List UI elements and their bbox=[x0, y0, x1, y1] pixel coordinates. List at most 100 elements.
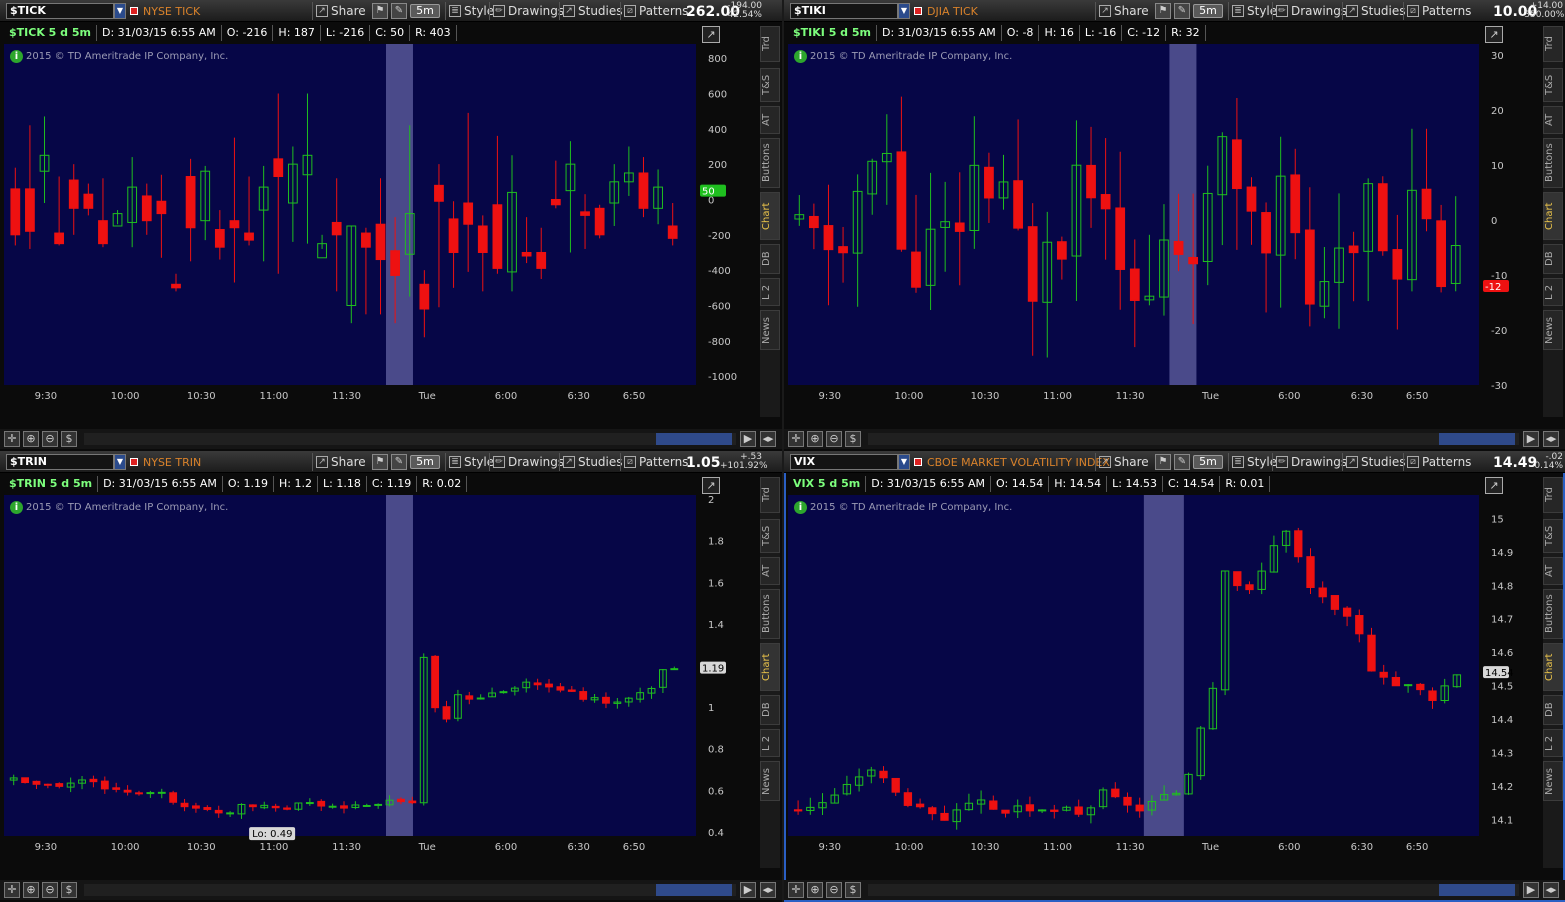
timeframe-button[interactable]: 5m bbox=[1193, 455, 1223, 469]
zoom-in-icon[interactable]: ⊕ bbox=[807, 431, 823, 447]
share-button[interactable]: ↗ Share bbox=[1095, 2, 1152, 20]
side-tab-ts[interactable]: T&S bbox=[760, 519, 780, 553]
crosshair-icon[interactable]: ✛ bbox=[788, 882, 804, 898]
info-icon[interactable]: i bbox=[10, 501, 23, 514]
pin-icon[interactable]: ⚑ bbox=[1155, 454, 1171, 470]
drawings-button[interactable]: ✏ Drawings bbox=[489, 453, 567, 471]
share-button[interactable]: ↗ Share bbox=[1095, 453, 1152, 471]
drawing-tool-icon[interactable]: ↗ bbox=[1485, 477, 1503, 494]
symbol-dropdown-icon[interactable]: ▼ bbox=[114, 454, 126, 470]
expand-icon[interactable]: ◀▶ bbox=[1543, 431, 1559, 447]
side-tab-chart[interactable]: Chart bbox=[760, 192, 780, 240]
info-icon[interactable]: i bbox=[10, 50, 23, 63]
side-tab-chart[interactable]: Chart bbox=[760, 643, 780, 691]
side-tab-at[interactable]: AT bbox=[760, 106, 780, 134]
scroll-right-icon[interactable]: ▶ bbox=[1523, 431, 1539, 447]
studies-button[interactable]: ↗ Studies bbox=[559, 2, 626, 20]
time-scrollbar[interactable] bbox=[84, 433, 736, 445]
drawing-tool-icon[interactable]: ↗ bbox=[1485, 26, 1503, 43]
side-tab-buttons[interactable]: Buttons bbox=[760, 589, 780, 639]
side-tab-news[interactable]: News bbox=[760, 761, 780, 801]
pin-icon[interactable]: ⚑ bbox=[372, 3, 388, 19]
wrench-icon[interactable]: ✎ bbox=[1174, 3, 1190, 19]
symbol-input[interactable]: VIX bbox=[790, 454, 898, 470]
side-tab-ts[interactable]: T&S bbox=[760, 68, 780, 102]
dollar-icon[interactable]: $ bbox=[61, 882, 77, 898]
side-tab-ts[interactable]: T&S bbox=[1543, 68, 1563, 102]
side-tab-chart[interactable]: Chart bbox=[1543, 192, 1563, 240]
share-button[interactable]: ↗ Share bbox=[312, 2, 369, 20]
symbol-input[interactable]: $TIKI bbox=[790, 3, 898, 19]
side-tab-db[interactable]: DB bbox=[760, 695, 780, 725]
symbol-input[interactable]: $TICK bbox=[6, 3, 114, 19]
side-tab-trd[interactable]: Trd bbox=[1543, 477, 1563, 513]
side-tab-news[interactable]: News bbox=[760, 310, 780, 350]
zoom-out-icon[interactable]: ⊖ bbox=[826, 882, 842, 898]
zoom-in-icon[interactable]: ⊕ bbox=[23, 431, 39, 447]
zoom-out-icon[interactable]: ⊖ bbox=[42, 431, 58, 447]
patterns-button[interactable]: ⧄ Patterns bbox=[620, 453, 691, 471]
timeframe-button[interactable]: 5m bbox=[1193, 4, 1223, 18]
side-tab-trd[interactable]: Trd bbox=[1543, 26, 1563, 62]
side-tab-at[interactable]: AT bbox=[1543, 106, 1563, 134]
side-tab-db[interactable]: DB bbox=[1543, 244, 1563, 274]
scrollbar-thumb[interactable] bbox=[656, 433, 732, 445]
timeframe-button[interactable]: 5m bbox=[410, 4, 440, 18]
side-tab-at[interactable]: AT bbox=[1543, 557, 1563, 585]
flag-icon[interactable] bbox=[914, 7, 922, 15]
wrench-icon[interactable]: ✎ bbox=[391, 454, 407, 470]
symbol-dropdown-icon[interactable]: ▼ bbox=[898, 3, 910, 19]
side-tab-trd[interactable]: Trd bbox=[760, 477, 780, 513]
drawings-button[interactable]: ✏ Drawings bbox=[1272, 2, 1350, 20]
info-icon[interactable]: i bbox=[794, 501, 807, 514]
side-tab-l2[interactable]: L 2 bbox=[1543, 278, 1563, 306]
scrollbar-thumb[interactable] bbox=[1439, 884, 1515, 896]
scroll-right-icon[interactable]: ▶ bbox=[740, 882, 756, 898]
side-tab-l2[interactable]: L 2 bbox=[760, 278, 780, 306]
pin-icon[interactable]: ⚑ bbox=[372, 454, 388, 470]
studies-button[interactable]: ↗ Studies bbox=[1342, 453, 1409, 471]
flag-icon[interactable] bbox=[914, 458, 922, 466]
side-tab-buttons[interactable]: Buttons bbox=[1543, 138, 1563, 188]
drawings-button[interactable]: ✏ Drawings bbox=[1272, 453, 1350, 471]
crosshair-icon[interactable]: ✛ bbox=[4, 431, 20, 447]
studies-button[interactable]: ↗ Studies bbox=[559, 453, 626, 471]
expand-icon[interactable]: ◀▶ bbox=[760, 431, 776, 447]
info-icon[interactable]: i bbox=[794, 50, 807, 63]
symbol-dropdown-icon[interactable]: ▼ bbox=[898, 454, 910, 470]
side-tab-at[interactable]: AT bbox=[760, 557, 780, 585]
wrench-icon[interactable]: ✎ bbox=[1174, 454, 1190, 470]
side-tab-buttons[interactable]: Buttons bbox=[760, 138, 780, 188]
zoom-in-icon[interactable]: ⊕ bbox=[807, 882, 823, 898]
patterns-button[interactable]: ⧄ Patterns bbox=[620, 2, 691, 20]
scrollbar-thumb[interactable] bbox=[656, 884, 732, 896]
side-tab-chart[interactable]: Chart bbox=[1543, 643, 1563, 691]
studies-button[interactable]: ↗ Studies bbox=[1342, 2, 1409, 20]
crosshair-icon[interactable]: ✛ bbox=[788, 431, 804, 447]
side-tab-ts[interactable]: T&S bbox=[1543, 519, 1563, 553]
drawing-tool-icon[interactable]: ↗ bbox=[702, 26, 720, 43]
time-scrollbar[interactable] bbox=[868, 884, 1519, 896]
share-button[interactable]: ↗ Share bbox=[312, 453, 369, 471]
dollar-icon[interactable]: $ bbox=[61, 431, 77, 447]
pin-icon[interactable]: ⚑ bbox=[1155, 3, 1171, 19]
drawing-tool-icon[interactable]: ↗ bbox=[702, 477, 720, 494]
scroll-right-icon[interactable]: ▶ bbox=[1523, 882, 1539, 898]
timeframe-button[interactable]: 5m bbox=[410, 455, 440, 469]
patterns-button[interactable]: ⧄ Patterns bbox=[1403, 2, 1474, 20]
side-tab-news[interactable]: News bbox=[1543, 310, 1563, 350]
dollar-icon[interactable]: $ bbox=[845, 431, 861, 447]
crosshair-icon[interactable]: ✛ bbox=[4, 882, 20, 898]
side-tab-trd[interactable]: Trd bbox=[760, 26, 780, 62]
wrench-icon[interactable]: ✎ bbox=[391, 3, 407, 19]
zoom-in-icon[interactable]: ⊕ bbox=[23, 882, 39, 898]
side-tab-db[interactable]: DB bbox=[760, 244, 780, 274]
scroll-right-icon[interactable]: ▶ bbox=[740, 431, 756, 447]
zoom-out-icon[interactable]: ⊖ bbox=[42, 882, 58, 898]
flag-icon[interactable] bbox=[130, 458, 138, 466]
symbol-dropdown-icon[interactable]: ▼ bbox=[114, 3, 126, 19]
expand-icon[interactable]: ◀▶ bbox=[1543, 882, 1559, 898]
side-tab-l2[interactable]: L 2 bbox=[760, 729, 780, 757]
expand-icon[interactable]: ◀▶ bbox=[760, 882, 776, 898]
symbol-input[interactable]: $TRIN bbox=[6, 454, 114, 470]
